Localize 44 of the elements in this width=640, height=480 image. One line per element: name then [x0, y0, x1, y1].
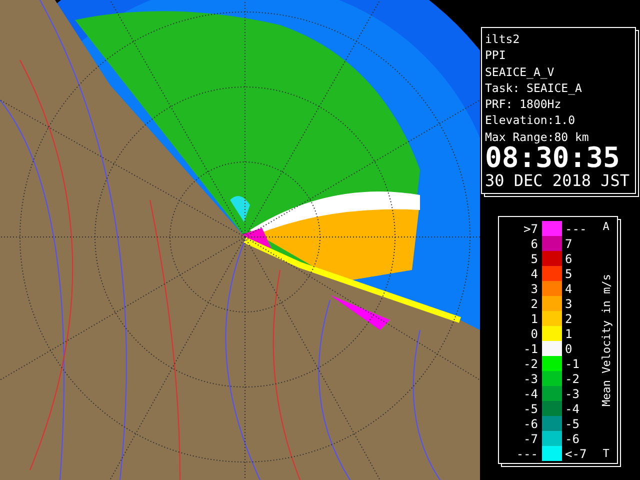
- info-line: Elevation:1.0: [485, 112, 576, 129]
- legend-label: >7: [522, 222, 539, 236]
- legend-label: ---: [564, 222, 588, 236]
- legend-label: -1: [522, 342, 539, 356]
- legend-label: -7: [522, 432, 539, 446]
- date-text: 30 DEC 2018 JST: [485, 171, 630, 192]
- legend-label: -5: [522, 402, 539, 416]
- time-text: 08:30:35: [485, 145, 620, 172]
- legend-label: -6: [564, 432, 580, 446]
- info-line: Max Range:80 km: [485, 128, 590, 146]
- legend-label: <-7: [564, 446, 588, 461]
- info-line: PRF: 1800Hz: [485, 96, 562, 112]
- info-line: Task: SEAICE_A: [485, 80, 583, 96]
- legend-label: 3: [564, 296, 574, 311]
- legend-label: -1: [564, 356, 580, 371]
- legend-label: 1: [530, 312, 539, 326]
- legend-label: -6: [522, 416, 539, 431]
- legend-mark: T: [602, 448, 610, 460]
- legend-label: 0: [564, 342, 574, 356]
- legend-label: -2: [564, 372, 580, 386]
- info-line: ilts2: [485, 31, 521, 48]
- legend-label: ---: [515, 446, 539, 461]
- legend-label: -3: [564, 386, 580, 401]
- legend-label: 3: [530, 282, 539, 296]
- legend-label: -4: [564, 402, 580, 416]
- legend-title: Mean Velocity in m/s: [600, 274, 612, 407]
- legend-label: 6: [564, 252, 574, 266]
- info-line: PPI: [485, 47, 507, 64]
- legend-mark: A: [602, 221, 610, 234]
- legend-label: 4: [530, 266, 539, 281]
- legend-label: -5: [564, 416, 580, 431]
- legend-label: 5: [564, 266, 574, 281]
- legend-label: 2: [564, 312, 574, 326]
- legend-label: 5: [530, 252, 539, 266]
- legend-label: 1: [564, 326, 574, 341]
- legend-label: -4: [522, 386, 539, 401]
- legend-label: 7: [564, 236, 574, 251]
- legend-label: -3: [522, 372, 539, 386]
- legend-label: 4: [564, 282, 574, 296]
- legend-label: 0: [530, 326, 539, 341]
- legend-label: 6: [530, 236, 539, 251]
- info-line: SEAICE_A_V: [485, 64, 556, 80]
- legend-label: -2: [522, 356, 539, 371]
- legend-label: 2: [530, 296, 539, 311]
